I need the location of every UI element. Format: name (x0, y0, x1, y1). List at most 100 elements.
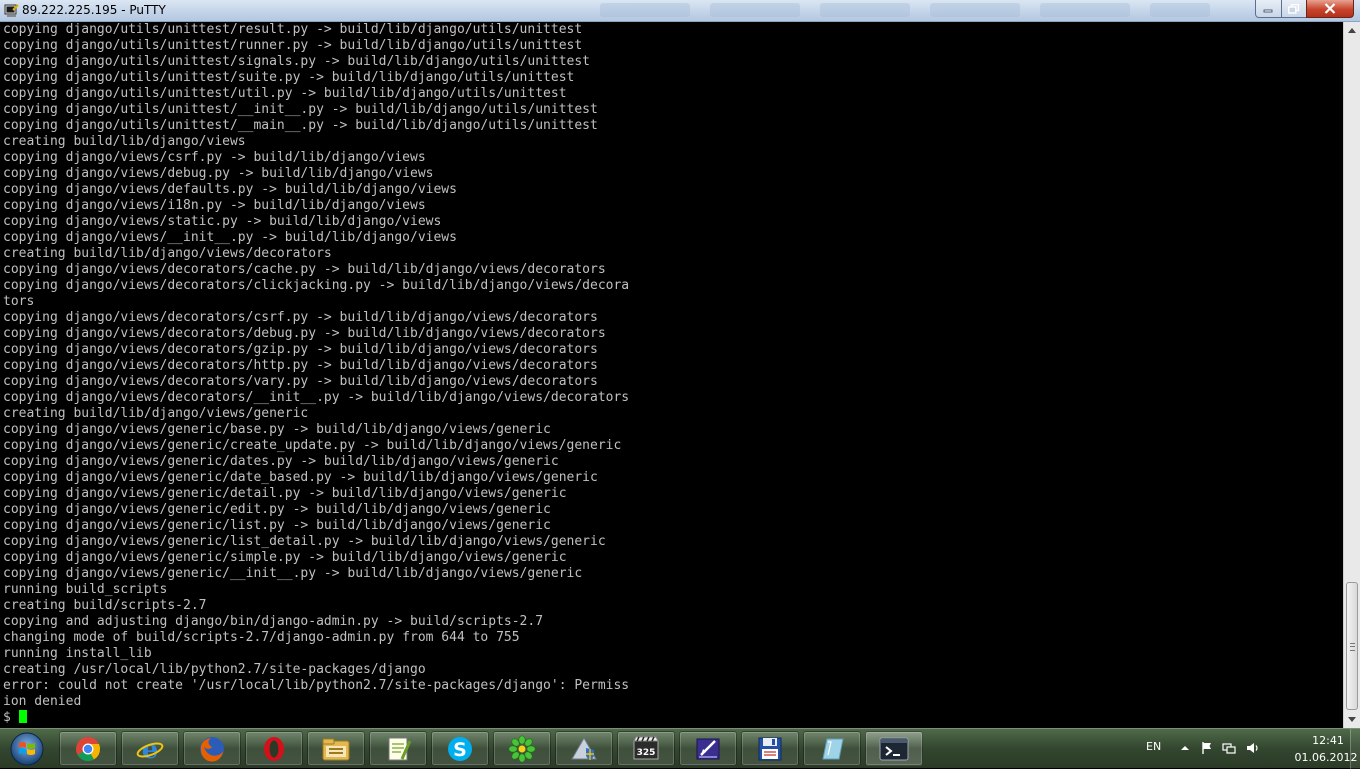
minimize-button[interactable] (1255, 0, 1282, 18)
language-indicator[interactable]: EN (1146, 740, 1161, 753)
floppy-disk-icon (758, 737, 782, 760)
taskbar-app-notepad-plus[interactable] (369, 731, 427, 766)
scroll-up-button[interactable] (1344, 22, 1360, 39)
ghost-tab (1040, 3, 1130, 17)
terminal-line: copying django/views/generic/__init__.py… (3, 566, 583, 581)
chrome-icon (76, 736, 101, 761)
terminal-scrollbar[interactable] (1343, 22, 1360, 728)
taskbar: e S 325 EN 12:41 01.06.2012 (0, 728, 1360, 769)
terminal-line: copying django/views/decorators/__init__… (3, 390, 630, 405)
terminal-line: copying django/views/defaults.py -> buil… (3, 182, 457, 197)
terminal-line: copying django/views/decorators/vary.py … (3, 374, 598, 389)
ghost-tab (1150, 3, 1210, 17)
minimize-icon (1263, 9, 1273, 12)
terminal-line: copying and adjusting django/bin/django-… (3, 614, 544, 629)
ghost-tab (930, 3, 1020, 17)
terminal-line: copying django/views/decorators/clickjac… (3, 278, 630, 293)
taskbar-app-firefox[interactable] (183, 731, 241, 766)
terminal-line: copying django/views/i18n.py -> build/li… (3, 198, 426, 213)
taskbar-app-media-player[interactable]: 325 (617, 731, 675, 766)
arrow-up-icon (1348, 28, 1356, 33)
terminal-line: error: could not create '/usr/local/lib/… (3, 678, 630, 693)
media-player-classic-icon: 325 (633, 736, 659, 759)
svg-text:e: e (142, 735, 159, 763)
terminal-output[interactable]: copying django/utils/unittest/result.py … (0, 22, 1343, 728)
terminal-line: creating build/lib/django/views/generic (3, 406, 309, 421)
maximize-button[interactable] (1281, 0, 1307, 18)
terminal-line: copying django/views/generic/dates.py ->… (3, 454, 559, 469)
terminal-line: copying django/utils/unittest/util.py ->… (3, 86, 567, 101)
clock-time[interactable]: 12:41 (1298, 734, 1358, 747)
terminal-line: copying django/views/decorators/gzip.py … (3, 342, 598, 357)
firefox-icon (200, 736, 224, 762)
terminal-line: creating /usr/local/lib/python2.7/site-p… (3, 662, 426, 677)
window-title-bar[interactable]: 89.222.225.195 - PuTTY (0, 0, 1360, 22)
skype-icon: S (448, 736, 472, 761)
svg-text:S: S (453, 739, 467, 761)
show-desktop-button[interactable] (1350, 729, 1360, 769)
glass-panel-icon (822, 738, 844, 759)
text-cursor (18, 710, 27, 723)
taskbar-app-text-editor[interactable] (679, 731, 737, 766)
windows-orb-icon (10, 732, 44, 766)
ghost-tab (820, 3, 910, 17)
terminal-line: copying django/utils/unittest/__main__.p… (3, 118, 598, 133)
taskbar-app-opera[interactable] (245, 731, 303, 766)
terminal-line: changing mode of build/scripts-2.7/djang… (3, 630, 520, 645)
terminal-line: copying django/views/generic/list_detail… (3, 534, 606, 549)
terminal-line: running install_lib (3, 646, 152, 661)
ghost-tab (710, 3, 800, 17)
volume-icon[interactable] (1246, 741, 1260, 755)
file-explorer-icon (322, 738, 350, 760)
taskbar-app-floppy[interactable] (741, 731, 799, 766)
terminal-line: copying django/views/decorators/debug.py… (3, 326, 606, 341)
putty-app-icon[interactable] (4, 3, 19, 18)
close-icon (1324, 3, 1336, 14)
terminal-line: creating build/lib/django/views (3, 134, 246, 149)
start-button[interactable] (2, 730, 52, 768)
terminal-line: copying django/views/generic/edit.py -> … (3, 502, 551, 517)
opera-icon (264, 736, 284, 761)
close-button[interactable] (1306, 0, 1354, 18)
taskbar-app-chrome[interactable] (59, 731, 117, 766)
clock-date[interactable]: 01.06.2012 (1294, 751, 1358, 764)
terminal-line: copying django/utils/unittest/suite.py -… (3, 70, 575, 85)
grip-icon (1350, 643, 1355, 651)
taskbar-app-file-explorer[interactable] (307, 731, 365, 766)
taskbar-app-icq[interactable] (493, 731, 551, 766)
shell-prompt-line[interactable]: $ (3, 710, 1343, 726)
taskbar-app-setup[interactable] (555, 731, 613, 766)
scrollbar-thumb[interactable] (1346, 582, 1358, 710)
ghost-tab (600, 3, 690, 17)
putty-terminal-icon (879, 737, 909, 760)
text-editor-icon (696, 738, 720, 759)
arrow-down-icon (1348, 717, 1356, 722)
taskbar-app-skype[interactable]: S (431, 731, 489, 766)
background-browser-tabs (600, 3, 1220, 19)
terminal-line: copying django/utils/unittest/signals.py… (3, 54, 590, 69)
terminal-line: copying django/views/generic/create_upda… (3, 438, 622, 453)
restore-icon (1288, 3, 1300, 14)
taskbar-app-putty[interactable] (865, 731, 923, 766)
terminal-line: copying django/views/generic/list.py -> … (3, 518, 551, 533)
terminal-line: copying django/views/__init__.py -> buil… (3, 230, 457, 245)
internet-explorer-icon: e (136, 735, 164, 763)
scroll-down-button[interactable] (1344, 711, 1360, 728)
terminal-text: copying django/utils/unittest/result.py … (0, 22, 1343, 726)
terminal-line: copying django/utils/unittest/runner.py … (3, 38, 583, 53)
terminal-line: copying django/views/static.py -> build/… (3, 214, 442, 229)
terminal-line: copying django/views/csrf.py -> build/li… (3, 150, 426, 165)
setup-shield-icon (571, 736, 597, 760)
action-center-flag-icon[interactable] (1200, 741, 1214, 755)
terminal-line: creating build/scripts-2.7 (3, 598, 207, 613)
icq-icon (508, 735, 536, 762)
notepad-plus-icon (388, 737, 412, 760)
terminal-line: copying django/views/generic/simple.py -… (3, 550, 567, 565)
network-icon[interactable] (1222, 741, 1236, 755)
system-tray: EN 12:41 01.06.2012 (1138, 729, 1360, 769)
terminal-line: copying django/views/debug.py -> build/l… (3, 166, 434, 181)
taskbar-app-internet-explorer[interactable]: e (121, 731, 179, 766)
taskbar-app-glass[interactable] (803, 731, 861, 766)
show-hidden-icons-icon[interactable] (1178, 741, 1192, 755)
terminal-line: copying django/views/generic/base.py -> … (3, 422, 551, 437)
